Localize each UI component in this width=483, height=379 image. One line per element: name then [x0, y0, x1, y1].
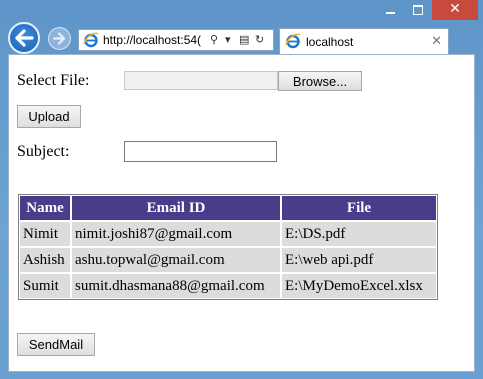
back-arrow-icon: [15, 29, 34, 47]
table-row: Sumit sumit.dhasmana88@gmail.com E:\MyDe…: [19, 273, 437, 299]
close-window-button[interactable]: ✕: [432, 0, 478, 20]
table-row: Ashish ashu.topwal@gmail.com E:\web api.…: [19, 247, 437, 273]
upload-button[interactable]: Upload: [17, 105, 81, 128]
browse-button[interactable]: Browse...: [278, 71, 362, 91]
subject-input[interactable]: [124, 141, 277, 162]
search-icon[interactable]: ⚲: [210, 30, 218, 50]
file-path-field[interactable]: [124, 71, 278, 90]
maximize-button[interactable]: [404, 0, 432, 20]
table-row: Nimit nimit.joshi87@gmail.com E:\DS.pdf: [19, 221, 437, 247]
cell-name: Nimit: [19, 221, 71, 247]
cell-email: sumit.dhasmana88@gmail.com: [71, 273, 281, 299]
cell-name: Ashish: [19, 247, 71, 273]
cell-name: Sumit: [19, 273, 71, 299]
close-tab-icon[interactable]: ✕: [431, 30, 442, 54]
forward-arrow-icon: [52, 32, 66, 45]
cell-file: E:\MyDemoExcel.xlsx: [281, 273, 437, 299]
ie-logo-icon: [83, 32, 99, 48]
cell-file: E:\web api.pdf: [281, 247, 437, 273]
recipients-table: Name Email ID File Nimit nimit.joshi87@g…: [18, 194, 438, 300]
column-header-name: Name: [19, 195, 71, 221]
table-header-row: Name Email ID File: [19, 195, 437, 221]
minimize-button[interactable]: [376, 0, 404, 20]
send-mail-button[interactable]: SendMail: [17, 333, 95, 356]
tab-title: localhost: [306, 35, 354, 49]
column-header-file: File: [281, 195, 437, 221]
browser-window: ✕ http://localhost:54( ⚲ ▾ ▤ ↻ localhost…: [0, 0, 483, 379]
back-button[interactable]: [8, 22, 40, 54]
dropdown-icon[interactable]: ▾: [225, 30, 231, 50]
ie-logo-icon: [285, 33, 301, 49]
compat-view-icon[interactable]: ▤: [239, 30, 249, 50]
url-text: http://localhost:54(: [103, 33, 202, 47]
cell-email: ashu.topwal@gmail.com: [71, 247, 281, 273]
select-file-label: Select File:: [17, 72, 90, 89]
column-header-email: Email ID: [71, 195, 281, 221]
forward-button[interactable]: [48, 27, 71, 50]
page-content: Select File: Browse... Upload Subject: N…: [8, 54, 475, 372]
tab-localhost[interactable]: localhost ✕: [279, 28, 449, 54]
refresh-icon[interactable]: ↻: [255, 30, 264, 50]
cell-email: nimit.joshi87@gmail.com: [71, 221, 281, 247]
cell-file: E:\DS.pdf: [281, 221, 437, 247]
address-bar[interactable]: http://localhost:54( ⚲ ▾ ▤ ↻: [78, 29, 274, 51]
subject-label: Subject:: [17, 143, 70, 160]
close-icon: ✕: [449, 1, 461, 17]
